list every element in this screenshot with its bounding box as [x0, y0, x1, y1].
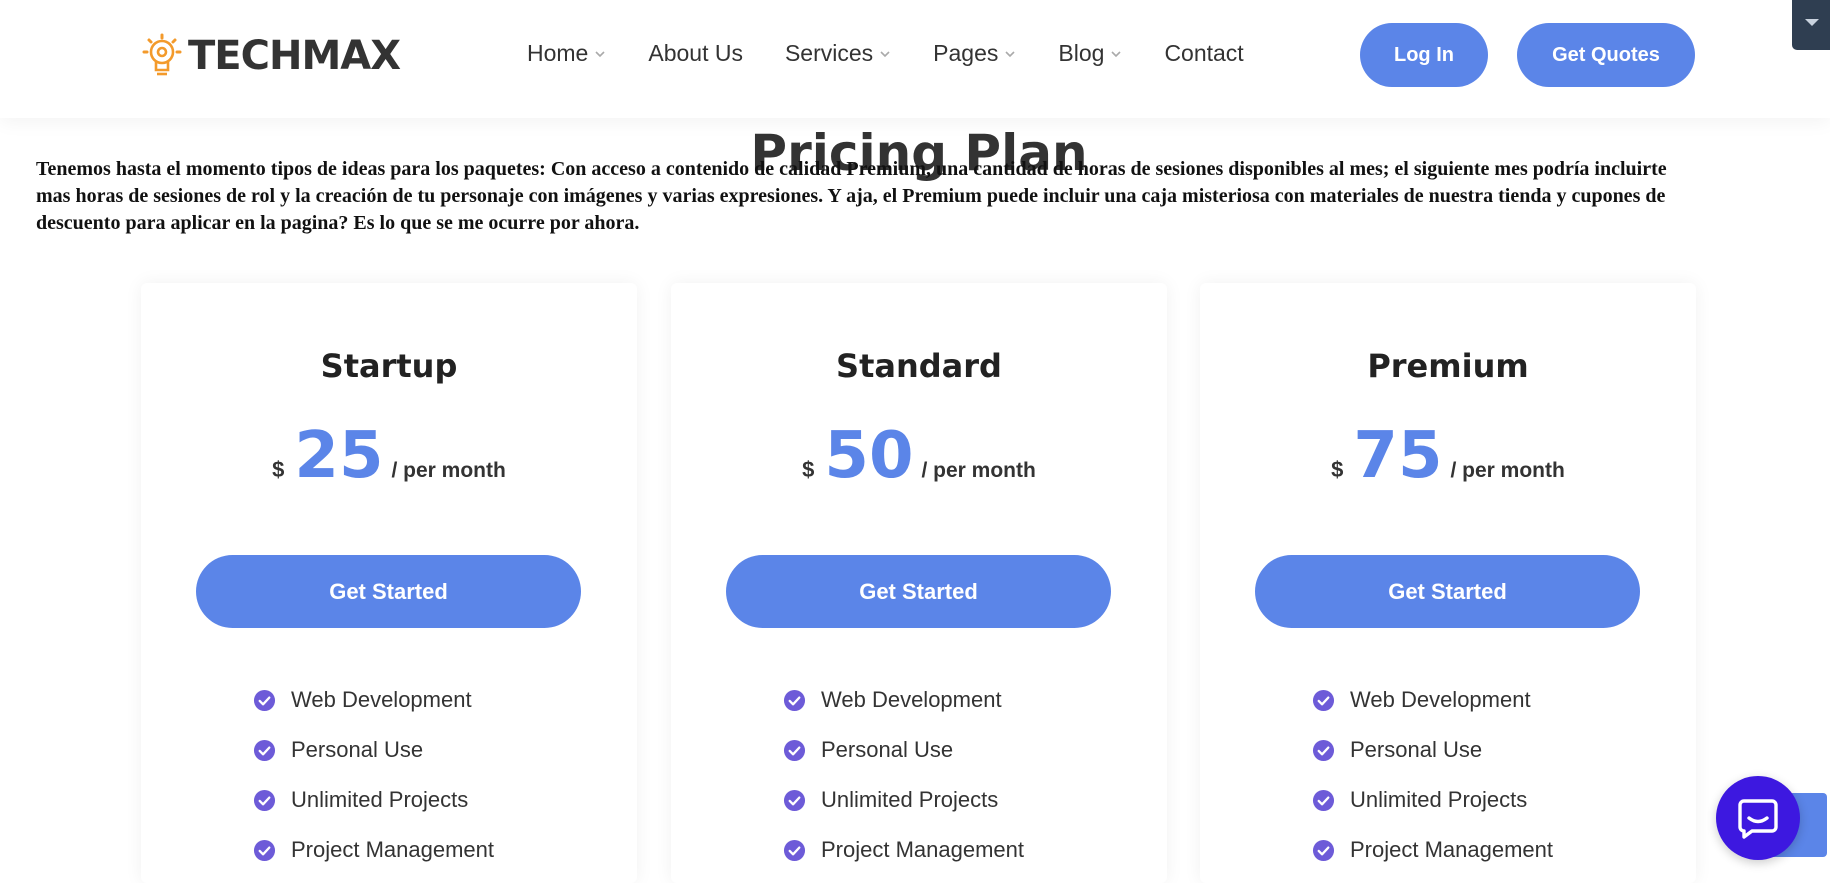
- check-circle-icon: [1312, 739, 1335, 761]
- nav-item-label: Blog: [1058, 40, 1105, 66]
- price-period: / per month: [391, 459, 506, 482]
- feature-item: Unlimited Projects: [783, 775, 1024, 825]
- feature-list: Web Development Personal Use Unlimited P…: [783, 675, 1024, 875]
- feature-item: Personal Use: [783, 725, 1024, 775]
- nav-item-services[interactable]: Services: [785, 40, 891, 67]
- price-period: / per month: [921, 459, 1036, 482]
- chat-launcher-button[interactable]: [1716, 776, 1800, 860]
- feature-item: Project Management: [1312, 825, 1553, 875]
- site-logo[interactable]: TECHMAX: [140, 32, 401, 80]
- chevron-down-icon: [880, 50, 890, 57]
- login-button[interactable]: Log In: [1360, 23, 1488, 87]
- plan-name: Standard: [836, 347, 1002, 385]
- nav-item-label: About Us: [648, 40, 743, 66]
- get-started-button[interactable]: Get Started: [196, 555, 581, 628]
- check-circle-icon: [1312, 789, 1335, 811]
- feature-label: Web Development: [1350, 687, 1531, 712]
- price-amount: 75: [1353, 419, 1443, 493]
- plan-name: Startup: [320, 347, 458, 385]
- check-circle-icon: [783, 789, 806, 811]
- price: $ 75 / per month: [1200, 420, 1696, 492]
- price-currency: $: [272, 457, 285, 482]
- feature-label: Personal Use: [291, 737, 424, 762]
- nav-item-label: Services: [784, 40, 874, 66]
- check-circle-icon: [1312, 689, 1335, 711]
- nav-item-about-us[interactable]: About Us: [648, 40, 743, 67]
- chevron-down-icon: [1111, 50, 1122, 57]
- feature-item: Project Management: [783, 825, 1024, 875]
- nav-item-pages[interactable]: Pages: [933, 40, 1016, 67]
- feature-item: Personal Use: [253, 725, 494, 775]
- chevron-down-icon: [1005, 50, 1015, 57]
- feature-item: Personal Use: [1312, 725, 1553, 775]
- caret-down-icon: [1805, 19, 1819, 26]
- feature-list: Web Development Personal Use Unlimited P…: [253, 675, 494, 875]
- feature-item: Project Management: [253, 825, 494, 875]
- check-circle-icon: [253, 689, 276, 711]
- price-currency: $: [802, 457, 815, 482]
- feature-item: Unlimited Projects: [1312, 775, 1553, 825]
- feature-label: Web Development: [821, 687, 1002, 712]
- price-period: / per month: [1450, 459, 1565, 482]
- feature-list: Web Development Personal Use Unlimited P…: [1312, 675, 1553, 875]
- nav-item-contact[interactable]: Contact: [1164, 40, 1243, 67]
- check-circle-icon: [783, 839, 806, 861]
- chat-bubble-icon: [1738, 799, 1778, 839]
- feature-label: Unlimited Projects: [1350, 787, 1528, 812]
- pricing-card-premium: Premium $ 75 / per month Get Started Web…: [1200, 283, 1696, 883]
- price: $ 25 / per month: [141, 420, 637, 492]
- site-header: TECHMAX Home About Us Services Pages Blo…: [0, 0, 1830, 118]
- plan-name: Premium: [1367, 347, 1529, 385]
- nav-item-label: Contact: [1164, 40, 1244, 66]
- nav-item-home[interactable]: Home: [527, 40, 606, 67]
- feature-label: Personal Use: [1350, 737, 1483, 762]
- feature-label: Project Management: [291, 837, 494, 862]
- price: $ 50 / per month: [671, 420, 1167, 492]
- feature-item: Web Development: [253, 675, 494, 725]
- lightbulb-gear-icon: [142, 33, 182, 76]
- price-amount: 50: [824, 419, 914, 493]
- pricing-card-standard: Standard $ 50 / per month Get Started We…: [671, 283, 1167, 883]
- pricing-card-startup: Startup $ 25 / per month Get Started Web…: [141, 283, 637, 883]
- feature-label: Project Management: [1350, 837, 1553, 862]
- check-circle-icon: [253, 839, 276, 861]
- check-circle-icon: [783, 739, 806, 761]
- feature-label: Web Development: [291, 687, 472, 712]
- get-started-button[interactable]: Get Started: [726, 555, 1111, 628]
- check-circle-icon: [253, 789, 276, 811]
- price-currency: $: [1331, 457, 1344, 482]
- feature-label: Unlimited Projects: [821, 787, 999, 812]
- check-circle-icon: [1312, 839, 1335, 861]
- check-circle-icon: [783, 689, 806, 711]
- main-nav: Home About Us Services Pages Blog Contac…: [527, 40, 1286, 67]
- feature-item: Web Development: [1312, 675, 1553, 725]
- feature-label: Personal Use: [821, 737, 954, 762]
- brand-name: TECHMAX: [188, 33, 401, 79]
- feature-label: Unlimited Projects: [291, 787, 469, 812]
- get-quotes-button[interactable]: Get Quotes: [1517, 23, 1695, 87]
- feature-item: Web Development: [783, 675, 1024, 725]
- check-circle-icon: [253, 739, 276, 761]
- nav-item-blog[interactable]: Blog: [1058, 40, 1122, 67]
- feature-label: Project Management: [821, 837, 1024, 862]
- nav-item-label: Pages: [933, 40, 999, 66]
- get-started-button[interactable]: Get Started: [1255, 555, 1640, 628]
- corner-toggle[interactable]: [1792, 0, 1830, 50]
- nav-item-label: Home: [527, 40, 589, 66]
- feature-item: Unlimited Projects: [253, 775, 494, 825]
- chevron-down-icon: [595, 50, 605, 57]
- price-amount: 25: [294, 419, 384, 493]
- intro-text: Tenemos hasta el momento tipos de ideas …: [36, 158, 1667, 234]
